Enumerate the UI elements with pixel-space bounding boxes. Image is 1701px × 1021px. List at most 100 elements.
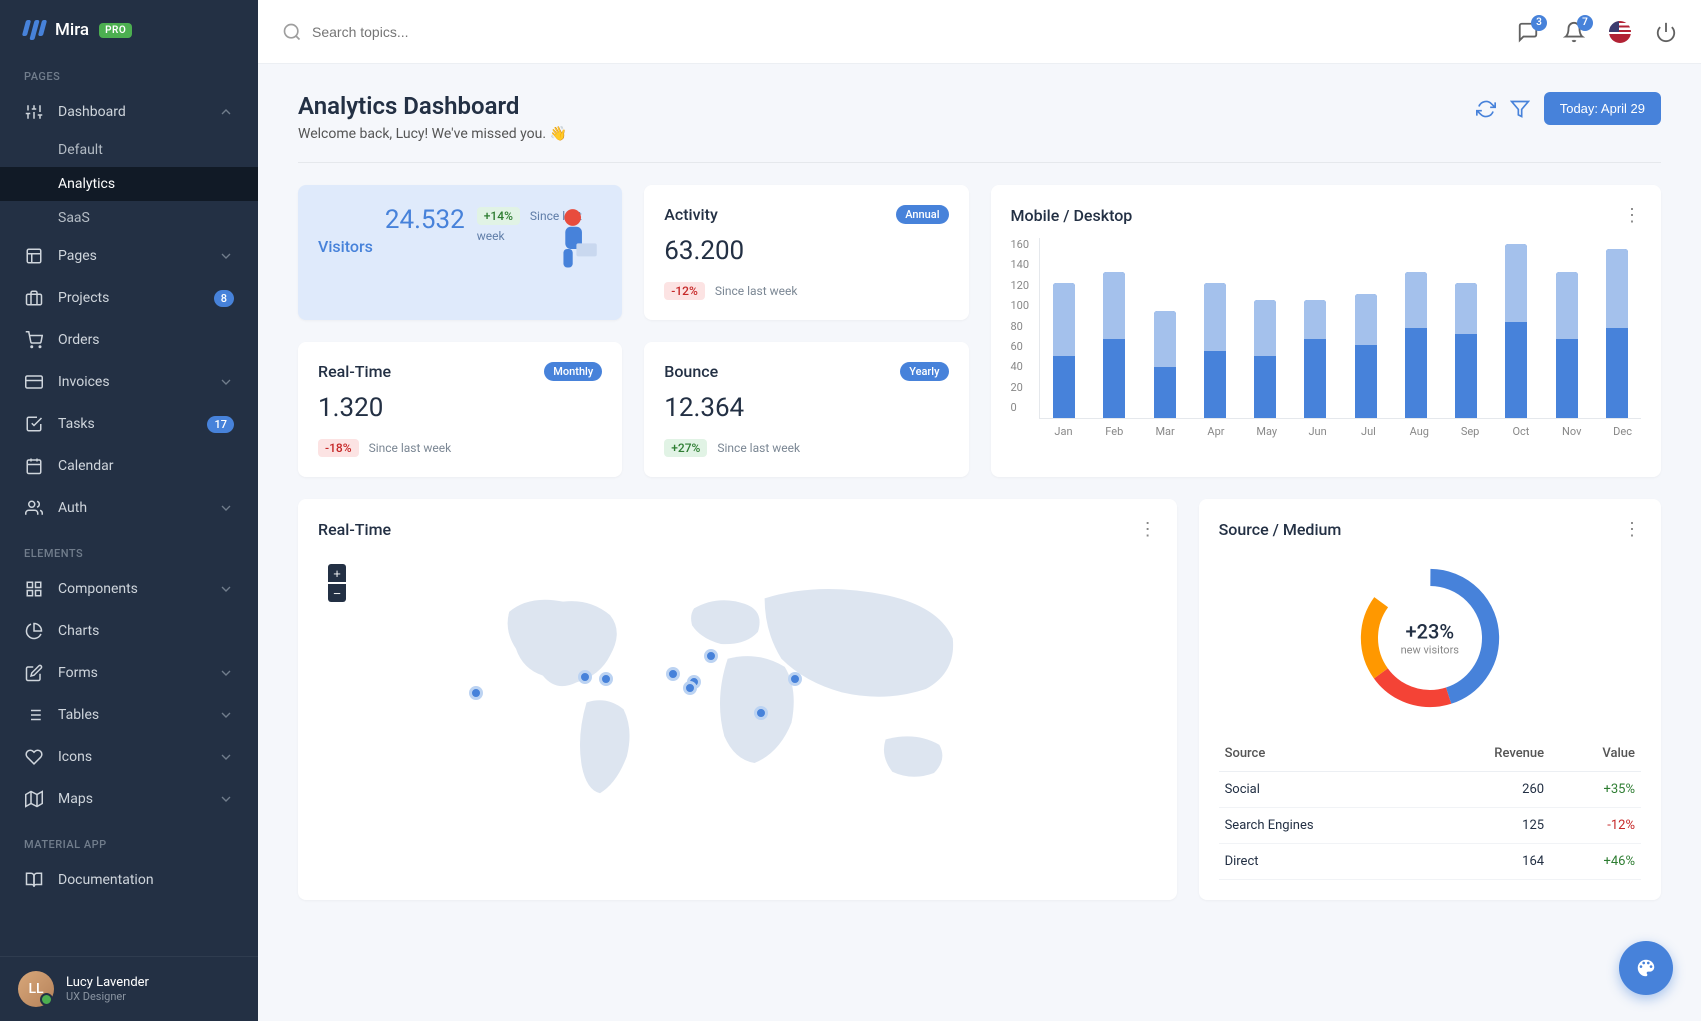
map-marker[interactable] — [683, 681, 697, 695]
nav-sub-default[interactable]: Default — [0, 133, 258, 167]
table-row[interactable]: Direct164+46% — [1219, 844, 1641, 880]
stat-value: 1.320 — [318, 393, 602, 423]
map-icon — [24, 789, 44, 809]
nav-sub-analytics[interactable]: Analytics — [0, 167, 258, 201]
theme-fab[interactable] — [1619, 941, 1673, 995]
nav-label: Orders — [58, 332, 234, 348]
refresh-icon[interactable] — [1476, 99, 1496, 119]
col-revenue: Revenue — [1424, 736, 1550, 772]
edit-icon — [24, 663, 44, 683]
map-marker[interactable] — [704, 649, 718, 663]
y-tick: 20 — [1011, 381, 1030, 394]
donut-value: +23% — [1401, 620, 1459, 644]
map-marker[interactable] — [578, 670, 592, 684]
nav-item-dashboard[interactable]: Dashboard — [0, 91, 258, 133]
bar-jun[interactable] — [1297, 238, 1333, 418]
topbar: 3 7 — [258, 0, 1701, 64]
bar-dec[interactable] — [1599, 238, 1635, 418]
stat-pill: Annual — [896, 205, 948, 224]
nav-sub-saas[interactable]: SaaS — [0, 201, 258, 235]
locale-flag-icon[interactable] — [1609, 21, 1631, 43]
nav-item-invoices[interactable]: Invoices — [0, 361, 258, 403]
x-label: Jun — [1299, 425, 1336, 438]
y-tick: 160 — [1011, 238, 1030, 251]
nav-item-auth[interactable]: Auth — [0, 487, 258, 529]
x-label: Aug — [1401, 425, 1438, 438]
zoom-out-button[interactable]: − — [328, 584, 346, 602]
stat-title: Visitors — [318, 237, 373, 256]
section-label: PAGES — [0, 52, 258, 91]
chevron-down-icon — [218, 791, 234, 807]
x-label: Mar — [1147, 425, 1184, 438]
source-medium-card: Source / Medium ⋮ +23% new visitors — [1199, 499, 1661, 900]
date-button[interactable]: Today: April 29 — [1544, 92, 1661, 125]
bar-oct[interactable] — [1498, 238, 1534, 418]
nav-badge: 17 — [207, 416, 234, 433]
table-row[interactable]: Search Engines125-12% — [1219, 808, 1641, 844]
map-marker[interactable] — [754, 706, 768, 720]
bar-nov[interactable] — [1549, 238, 1585, 418]
nav-item-tables[interactable]: Tables — [0, 694, 258, 736]
x-label: Sep — [1452, 425, 1489, 438]
nav-label: Calendar — [58, 458, 234, 474]
world-map[interactable]: + − — [318, 552, 1157, 832]
bar-jan[interactable] — [1046, 238, 1082, 418]
nav-item-maps[interactable]: Maps — [0, 778, 258, 820]
zoom-in-button[interactable]: + — [328, 564, 346, 582]
nav-label: Dashboard — [58, 104, 218, 120]
bar-jul[interactable] — [1348, 238, 1384, 418]
x-label: Jul — [1350, 425, 1387, 438]
logo[interactable]: Mira PRO — [0, 0, 258, 52]
more-icon[interactable]: ⋮ — [1623, 205, 1641, 226]
logo-mark-icon — [24, 20, 45, 40]
stat-title: Real-Time — [318, 362, 391, 381]
power-icon[interactable] — [1655, 21, 1677, 43]
nav-label: Auth — [58, 500, 218, 516]
map-marker[interactable] — [666, 667, 680, 681]
stat-since: Since last week — [369, 441, 452, 455]
nav-label: Forms — [58, 665, 218, 681]
nav-label: Components — [58, 581, 218, 597]
stat-pill: Yearly — [900, 362, 948, 381]
map-marker[interactable] — [788, 672, 802, 686]
nav-label: Tables — [58, 707, 218, 723]
chevron-up-icon — [218, 104, 234, 120]
nav-item-tasks[interactable]: Tasks17 — [0, 403, 258, 445]
avatar: LL — [18, 971, 54, 1007]
donut-chart: +23% new visitors — [1350, 558, 1510, 718]
messages-icon[interactable]: 3 — [1517, 21, 1539, 43]
bar-aug[interactable] — [1398, 238, 1434, 418]
more-icon[interactable]: ⋮ — [1139, 519, 1157, 540]
nav-item-orders[interactable]: Orders — [0, 319, 258, 361]
bar-mar[interactable] — [1147, 238, 1183, 418]
nav-item-projects[interactable]: Projects8 — [0, 277, 258, 319]
nav-item-pages[interactable]: Pages — [0, 235, 258, 277]
filter-icon[interactable] — [1510, 99, 1530, 119]
bar-feb[interactable] — [1096, 238, 1132, 418]
nav-item-charts[interactable]: Charts — [0, 610, 258, 652]
bar-sep[interactable] — [1448, 238, 1484, 418]
sidebar: Mira PRO PAGES Dashboard DefaultAnalyticsS… — [0, 0, 258, 1021]
nav-item-forms[interactable]: Forms — [0, 652, 258, 694]
chevron-down-icon — [218, 665, 234, 681]
more-icon[interactable]: ⋮ — [1623, 519, 1641, 540]
nav-label: Charts — [58, 623, 234, 639]
search-input[interactable] — [312, 24, 612, 40]
sidebar-user[interactable]: LL Lucy Lavender UX Designer — [0, 956, 258, 1021]
y-tick: 120 — [1011, 279, 1030, 292]
nav-item-components[interactable]: Components — [0, 568, 258, 610]
nav-item-calendar[interactable]: Calendar — [0, 445, 258, 487]
source-revenue: 125 — [1424, 808, 1550, 844]
y-tick: 0 — [1011, 401, 1030, 414]
nav-item-icons[interactable]: Icons — [0, 736, 258, 778]
notifications-icon[interactable]: 7 — [1563, 21, 1585, 43]
bar-apr[interactable] — [1197, 238, 1233, 418]
nav-item-documentation[interactable]: Documentation — [0, 859, 258, 901]
col-source: Source — [1219, 736, 1425, 772]
table-row[interactable]: Social260+35% — [1219, 772, 1641, 808]
bar-may[interactable] — [1247, 238, 1283, 418]
cart-icon — [24, 330, 44, 350]
source-value: +35% — [1550, 772, 1641, 808]
search-icon — [282, 22, 302, 42]
stat-value: 63.200 — [664, 236, 948, 266]
